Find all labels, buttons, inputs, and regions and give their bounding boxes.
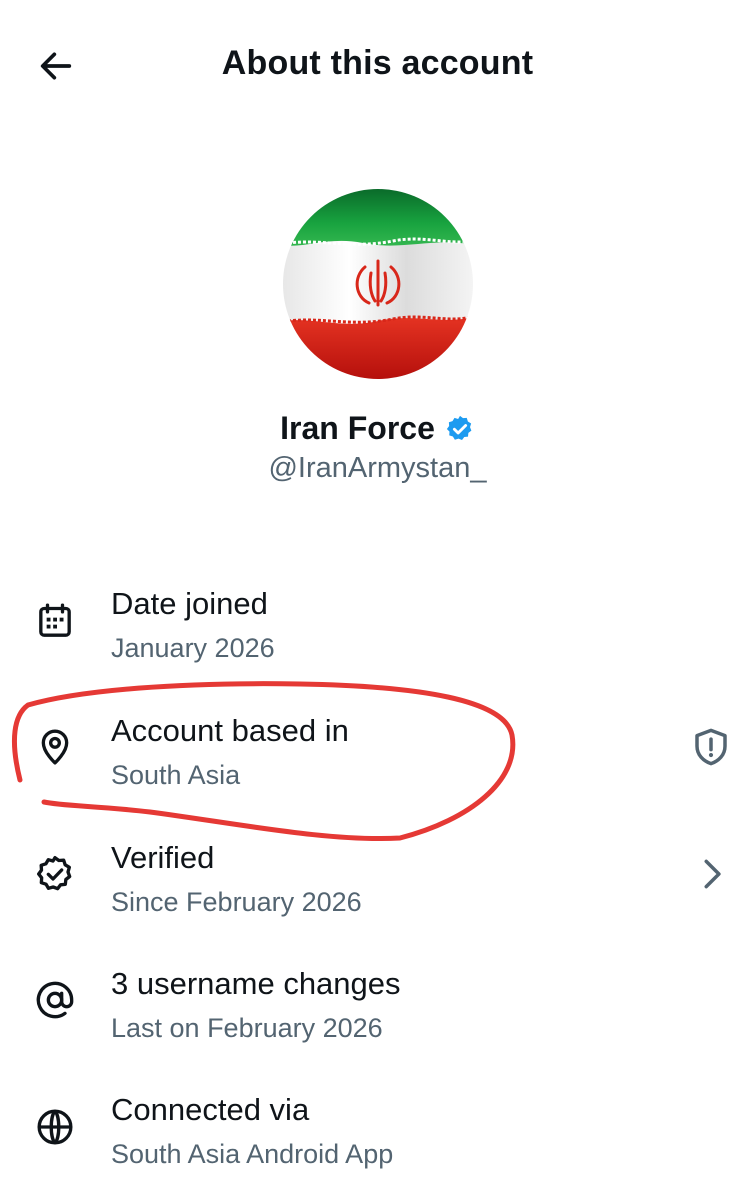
account-based-in-value: South Asia <box>111 760 241 790</box>
list-item-verified[interactable]: Verified Since February 2026 <box>0 832 755 932</box>
verified-value: Since February 2026 <box>111 887 362 917</box>
verified-check-icon <box>34 853 76 895</box>
iran-flag-image <box>283 189 473 379</box>
list-item-date-joined: Date joined January 2026 <box>0 578 755 678</box>
profile-handle: @IranArmystan_ <box>268 452 487 484</box>
verified-badge-icon <box>445 414 475 444</box>
connected-via-value: South Asia Android App <box>111 1139 394 1169</box>
at-sign-icon <box>34 979 76 1021</box>
page-title: About this account <box>221 44 534 82</box>
profile-avatar[interactable] <box>283 189 473 379</box>
username-changes-value: Last on February 2026 <box>111 1013 383 1043</box>
list-item-account-based-in: Account based in South Asia <box>0 705 755 805</box>
top-bar: About this account <box>0 0 755 130</box>
account-based-in-label: Account based in <box>111 713 349 748</box>
profile-name-row: Iran Force <box>0 410 755 447</box>
list-item-connected-via: Connected via South Asia Android App <box>0 1084 755 1184</box>
list-item-username-changes: 3 username changes Last on February 2026 <box>0 958 755 1058</box>
connected-via-label: Connected via <box>111 1092 310 1127</box>
profile-name: Iran Force <box>280 410 435 446</box>
location-pin-icon <box>34 726 76 768</box>
username-changes-label: 3 username changes <box>111 966 401 1001</box>
globe-icon <box>34 1106 76 1148</box>
calendar-icon <box>34 600 76 642</box>
date-joined-value: January 2026 <box>111 633 275 663</box>
verified-label: Verified <box>111 840 215 875</box>
shield-alert-icon[interactable] <box>689 725 733 769</box>
chevron-right-icon[interactable] <box>689 852 733 896</box>
date-joined-label: Date joined <box>111 586 268 621</box>
